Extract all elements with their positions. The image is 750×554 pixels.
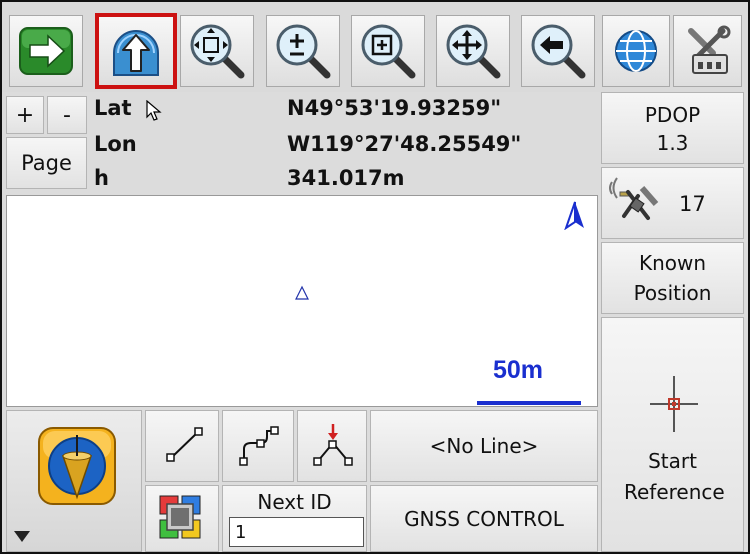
zoom-in-out-button[interactable]: [266, 15, 340, 87]
globe-button[interactable]: [602, 15, 670, 87]
line-selector[interactable]: <No Line>: [370, 410, 598, 482]
zoom-extents-button[interactable]: [180, 15, 254, 87]
satellite-icon: [609, 177, 659, 220]
satellites-button[interactable]: 17: [601, 167, 744, 239]
globe-icon: [615, 30, 657, 72]
pdop-value: 1.3: [656, 131, 689, 155]
pan-icon: [446, 24, 501, 79]
position-marker-icon: [295, 285, 309, 300]
green-arrow-right-icon: [19, 27, 73, 75]
satellite-count: 17: [679, 192, 706, 216]
known-position-button[interactable]: Known Position: [601, 242, 744, 314]
start-reference-label: Start Reference: [624, 449, 725, 504]
zoom-minus-label: -: [63, 102, 71, 128]
curve-tool-button[interactable]: [222, 410, 294, 482]
h-value: 341.017m: [287, 166, 405, 190]
toolbar: [2, 2, 748, 92]
zoom-in-out-icon: [276, 24, 331, 79]
zoom-extents-icon: [190, 24, 245, 79]
line-selector-label: <No Line>: [429, 434, 539, 458]
position-panel: + - Page Lat N49°53'19.93259" Lon W119°2…: [2, 92, 599, 192]
settings-button[interactable]: [673, 15, 742, 87]
h-label: h: [94, 166, 109, 190]
zoom-previous-button[interactable]: [521, 15, 595, 87]
offset-point-button[interactable]: [297, 410, 367, 482]
lon-label: Lon: [94, 132, 137, 156]
zoom-window-icon: [361, 24, 416, 79]
map-view[interactable]: 50m: [6, 195, 598, 407]
app-window: + - Page Lat N49°53'19.93259" Lon W119°2…: [0, 0, 750, 554]
pdop-display[interactable]: PDOP 1.3: [601, 92, 744, 164]
mouse-cursor-icon: [146, 100, 162, 121]
gnss-rover-icon: [38, 427, 116, 505]
scale-bar: [477, 401, 581, 405]
next-id-panel: Next ID 1: [222, 485, 367, 552]
lat-value: N49°53'19.93259": [287, 96, 502, 120]
lon-value: W119°27'48.25549": [287, 132, 522, 156]
zoom-previous-icon: [531, 24, 586, 79]
next-id-field[interactable]: 1: [229, 517, 364, 547]
next-id-label: Next ID: [257, 490, 332, 514]
page-button[interactable]: Page: [6, 137, 87, 189]
page-label: Page: [21, 151, 72, 175]
start-reference-button[interactable]: Start Reference: [601, 317, 744, 552]
line-icon: [166, 427, 203, 462]
pdop-label: PDOP: [644, 103, 701, 127]
layers-icon: [159, 495, 201, 539]
offset-point-icon: [313, 424, 353, 466]
tools-icon: [687, 25, 730, 74]
known-position-label: Known Position: [633, 251, 712, 305]
zoom-plus-label: +: [15, 102, 35, 128]
lat-label: Lat: [94, 96, 132, 120]
dropdown-arrow-icon: [14, 531, 30, 542]
north-arrow-icon: [564, 201, 584, 230]
north-up-button[interactable]: [95, 13, 177, 89]
zoom-window-button[interactable]: [351, 15, 425, 87]
crosshair-icon: [650, 376, 698, 432]
layer-settings-button[interactable]: [145, 485, 219, 552]
gnss-status-button[interactable]: [6, 410, 142, 552]
forward-button[interactable]: [9, 15, 83, 87]
zoom-minus-button[interactable]: -: [47, 96, 87, 134]
scale-label: 50m: [493, 356, 544, 384]
gnss-control-label: GNSS CONTROL: [404, 506, 564, 531]
line-tool-button[interactable]: [145, 410, 219, 482]
curve-icon: [239, 426, 279, 466]
gnss-control-button[interactable]: GNSS CONTROL: [370, 485, 598, 552]
zoom-plus-button[interactable]: +: [6, 96, 44, 134]
north-up-globe-icon: [113, 30, 159, 76]
pan-button[interactable]: [436, 15, 510, 87]
